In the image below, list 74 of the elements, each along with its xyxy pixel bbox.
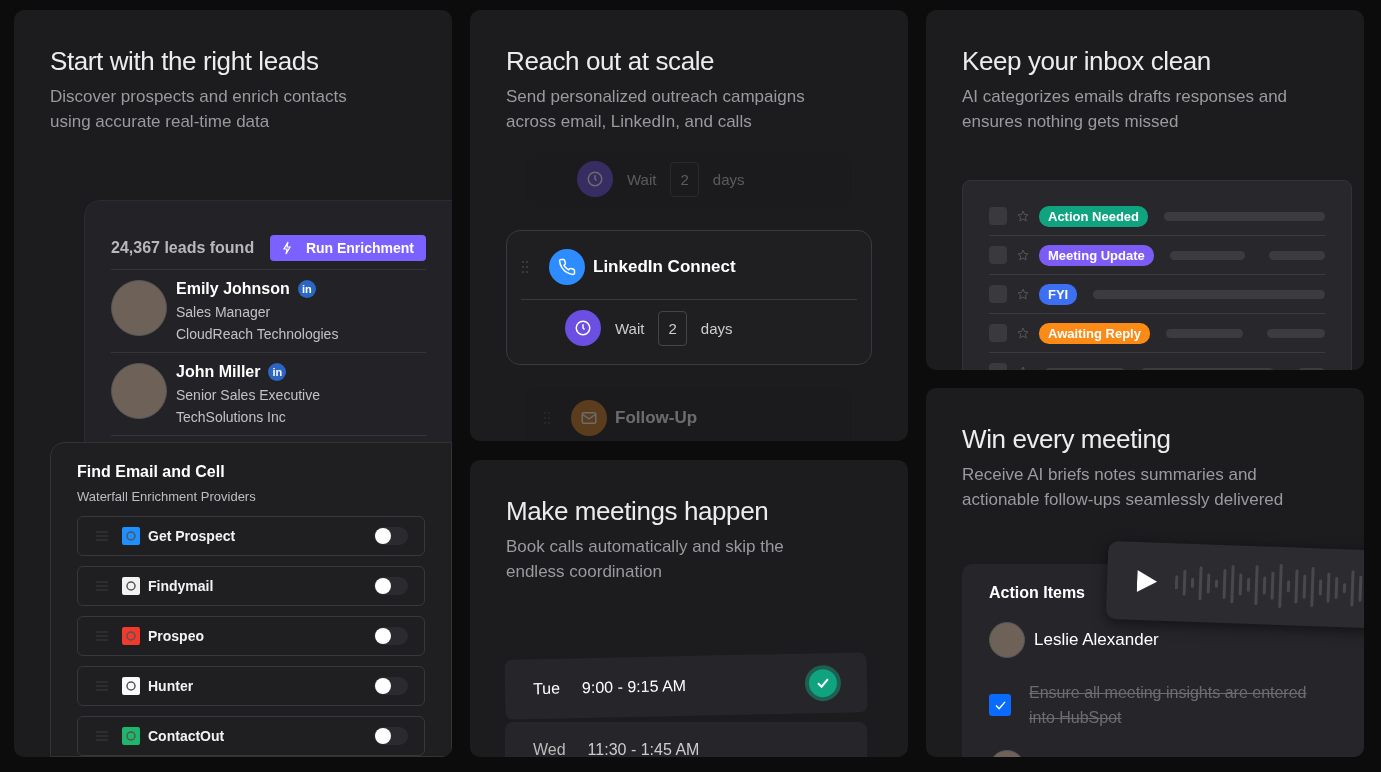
panel-subtitle: Waterfall Enrichment Providers — [77, 489, 257, 504]
card-subtitle: Discover prospects and enrich contacts using accurate real-time data — [50, 86, 348, 133]
days-label: days — [700, 319, 733, 337]
provider-name: ContactOut — [148, 728, 226, 744]
provider-row[interactable]: Hunter — [77, 666, 425, 706]
wait-label: Wait — [627, 170, 657, 188]
lightning-icon — [281, 241, 292, 255]
toggle-switch[interactable] — [374, 727, 408, 745]
wait-label: Wait — [615, 319, 645, 337]
card-title: Start with the right leads — [50, 45, 320, 78]
lead-role: Senior Sales Executive — [176, 387, 320, 403]
slot-day: Wed — [533, 741, 566, 757]
check-icon — [994, 700, 1006, 710]
card-subtitle: Send personalized outreach campaigns across email, LinkedIn, and calls — [506, 86, 806, 133]
slot-day: Tue — [532, 679, 561, 699]
star-icon[interactable] — [1017, 249, 1029, 261]
provider-row[interactable]: Findymail — [77, 566, 425, 606]
panel-title: Find Email and Cell — [77, 463, 226, 481]
category-tag: Awaiting Reply — [1039, 322, 1150, 344]
mail-icon — [580, 409, 598, 427]
provider-row[interactable]: Get Prospect — [77, 516, 425, 556]
card-subtitle: Receive AI briefs notes summaries and actionable follow-ups seamlessly delivered — [962, 464, 1285, 511]
toggle-switch[interactable] — [374, 677, 408, 695]
task-text: Ensure all meeting insights are entered into HubSpot — [1029, 683, 1308, 728]
play-icon[interactable] — [1136, 570, 1158, 593]
avatar-photo — [111, 280, 167, 336]
task-checkbox[interactable] — [989, 694, 1011, 716]
days-label: days — [712, 170, 745, 188]
phone-icon — [558, 258, 576, 276]
step-title: LinkedIn Connect — [593, 257, 736, 277]
slot-time: 9:00 - 9:15 AM — [581, 676, 688, 698]
provider-name: Findymail — [148, 578, 215, 594]
card-subtitle: Book calls automatically and skip the endless coordination — [506, 536, 785, 583]
card-title: Make meetings happen — [506, 495, 770, 528]
leads-count: 24,367 leads found — [111, 239, 255, 257]
star-icon[interactable] — [1017, 327, 1029, 339]
slot-time: 11:30 - 1:45 AM — [587, 741, 701, 757]
star-icon[interactable] — [1017, 210, 1029, 222]
avatar-photo — [989, 622, 1025, 658]
days-input[interactable]: 2 — [658, 310, 687, 346]
run-enrichment-button[interactable]: Run Enrichment — [269, 235, 426, 261]
card-title: Reach out at scale — [506, 45, 716, 78]
linkedin-badge: in — [297, 280, 316, 298]
provider-name: Prospeo — [148, 628, 205, 644]
provider-row[interactable]: Prospeo — [77, 616, 425, 656]
card-title: Win every meeting — [962, 423, 1172, 456]
drag-dots-icon — [521, 260, 529, 274]
card-title: Keep your inbox clean — [962, 45, 1212, 78]
avatar-photo — [111, 363, 167, 419]
lead-name: Emily Johnson — [176, 280, 290, 298]
lead-role: Sales Manager — [176, 304, 272, 320]
lead-company: CloudReach Technologies — [176, 326, 339, 342]
check-icon — [804, 664, 842, 702]
category-tag: FYI — [1039, 283, 1078, 305]
clock-icon — [586, 170, 604, 188]
toggle-switch[interactable] — [374, 527, 408, 545]
clock-icon — [574, 319, 592, 337]
panel-title: Action Items — [989, 584, 1086, 602]
step-title: Follow-Up — [615, 408, 698, 428]
category-tag: Meeting Update — [1039, 244, 1154, 266]
lead-company: TechSolutions Inc — [176, 409, 287, 425]
provider-name: Get Prospect — [148, 528, 237, 544]
linkedin-badge: in — [268, 363, 287, 381]
lead-name: John Miller — [176, 363, 261, 381]
person-name: Leslie Alexander — [1034, 630, 1159, 650]
toggle-switch[interactable] — [374, 627, 408, 645]
provider-name: Hunter — [148, 678, 195, 694]
toggle-switch[interactable] — [374, 577, 408, 595]
provider-row[interactable]: ContactOut — [77, 716, 425, 756]
time-slot[interactable]: Tue 9:00 - 9:15 AM — [504, 652, 868, 720]
card-subtitle: AI categorizes emails drafts responses and ensures nothing gets missed — [962, 86, 1289, 133]
time-slot[interactable]: Wed 11:30 - 1:45 AM — [505, 722, 867, 757]
category-tag: Action Needed — [1039, 205, 1148, 227]
star-icon[interactable] — [1017, 288, 1029, 300]
